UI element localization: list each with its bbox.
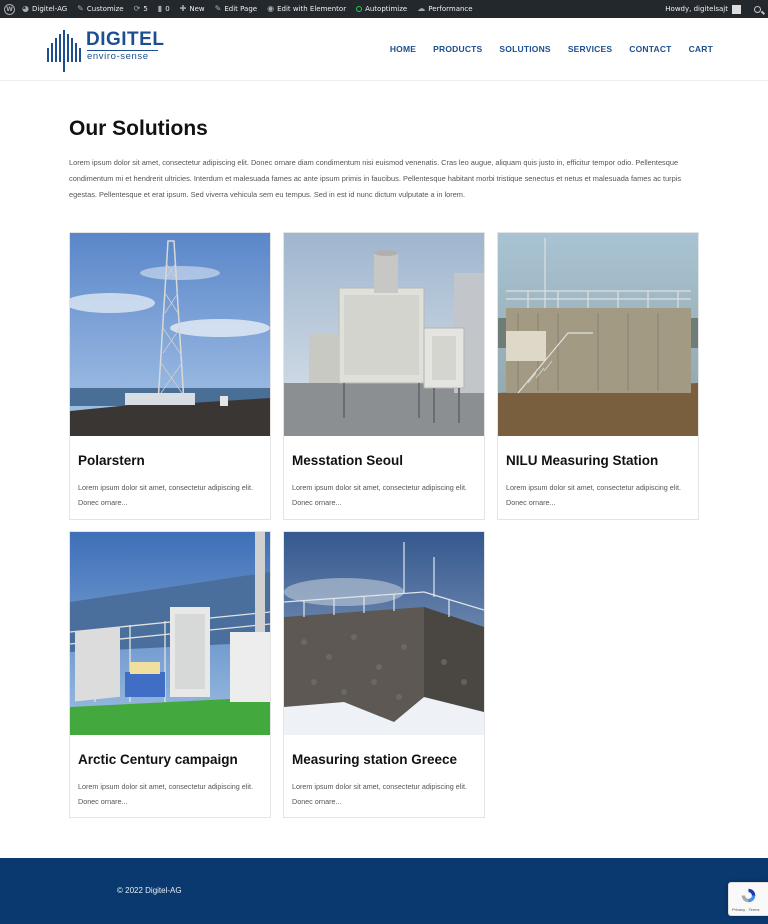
- admin-bar-edit-page[interactable]: ✎ Edit Page: [210, 0, 262, 18]
- nav-solutions[interactable]: SOLUTIONS: [499, 44, 550, 54]
- card-excerpt: Lorem ipsum dolor sit amet, consectetur …: [292, 782, 467, 806]
- nav-services[interactable]: SERVICES: [568, 44, 612, 54]
- admin-bar-performance[interactable]: ☁ Performance: [412, 0, 477, 18]
- plus-icon: ✚: [179, 4, 187, 13]
- page-title: Our Solutions: [69, 117, 208, 140]
- page-intro: Lorem ipsum dolor sit amet, consectetur …: [69, 158, 682, 200]
- nav-home[interactable]: HOME: [390, 44, 416, 54]
- site-logo[interactable]: DIGITEL enviro-sense: [46, 26, 164, 72]
- card-excerpt: Lorem ipsum dolor sit amet, consectetur …: [292, 483, 467, 507]
- card-excerpt: Lorem ipsum dolor sit amet, consectetur …: [506, 483, 681, 507]
- card-title[interactable]: Arctic Century campaign: [78, 752, 270, 767]
- recaptcha-badge[interactable]: Privacy - Terms: [728, 882, 768, 916]
- card-title[interactable]: Messtation Seoul: [292, 453, 484, 468]
- brush-icon: ✎: [77, 4, 84, 13]
- avatar: [732, 4, 741, 14]
- card-title[interactable]: Measuring station Greece: [292, 752, 484, 767]
- solution-card-nilu-measuring-station[interactable]: NILU Measuring Station Lorem ipsum dolor…: [497, 232, 699, 520]
- card-image[interactable]: [284, 532, 484, 735]
- comment-icon: ▮: [157, 4, 163, 13]
- cloud-icon: ☁: [417, 4, 426, 13]
- solution-card-messtation-seoul[interactable]: Messtation Seoul Lorem ipsum dolor sit a…: [283, 232, 485, 520]
- admin-bar-comments[interactable]: ▮ 0: [153, 0, 175, 18]
- site-header: DIGITEL enviro-sense HOME PRODUCTS SOLUT…: [0, 18, 768, 81]
- wordpress-logo-icon[interactable]: W: [4, 3, 15, 15]
- card-excerpt: Lorem ipsum dolor sit amet, consectetur …: [78, 782, 253, 806]
- copyright-text: © 2022 Digitel-AG: [117, 886, 182, 895]
- card-image[interactable]: [284, 233, 484, 436]
- admin-bar-elementor[interactable]: ◉ Edit with Elementor: [262, 0, 351, 18]
- admin-bar-updates[interactable]: ⟳ 5: [129, 0, 153, 18]
- card-title[interactable]: NILU Measuring Station: [506, 453, 698, 468]
- admin-bar-customize[interactable]: ✎ Customize: [72, 0, 128, 18]
- nav-cart[interactable]: CART: [689, 44, 713, 54]
- dashboard-icon: ◕: [22, 4, 29, 13]
- refresh-icon: ⟳: [133, 4, 141, 13]
- solution-card-arctic-century[interactable]: Arctic Century campaign Lorem ipsum dolo…: [69, 531, 271, 818]
- admin-bar-autoptimize[interactable]: Autoptimize: [351, 0, 412, 18]
- recaptcha-links[interactable]: Privacy - Terms: [732, 907, 759, 912]
- status-dot-icon: [356, 6, 363, 12]
- admin-bar-site[interactable]: ◕ Digitel-AG: [17, 0, 72, 18]
- elementor-icon: ◉: [267, 4, 275, 13]
- card-title[interactable]: Polarstern: [78, 453, 270, 468]
- pencil-icon: ✎: [214, 4, 222, 13]
- card-image[interactable]: [70, 233, 270, 436]
- solution-card-polarstern[interactable]: Polarstern Lorem ipsum dolor sit amet, c…: [69, 232, 271, 520]
- recaptcha-icon: [741, 888, 756, 903]
- admin-bar-account[interactable]: Howdy, digitelsajt: [660, 0, 746, 18]
- search-icon[interactable]: [754, 5, 761, 13]
- logo-mark-icon: [47, 30, 81, 72]
- card-image[interactable]: [498, 233, 698, 436]
- admin-bar: W ◕ Digitel-AG ✎ Customize ⟳ 5 ▮ 0 ✚ New…: [0, 0, 768, 18]
- card-excerpt: Lorem ipsum dolor sit amet, consectetur …: [78, 483, 253, 507]
- nav-contact[interactable]: CONTACT: [629, 44, 671, 54]
- admin-bar-new[interactable]: ✚ New: [175, 0, 210, 18]
- nav-products[interactable]: PRODUCTS: [433, 44, 482, 54]
- solution-card-measuring-station-greece[interactable]: Measuring station Greece Lorem ipsum dol…: [283, 531, 485, 818]
- card-image[interactable]: [70, 532, 270, 735]
- site-footer: © 2022 Digitel-AG: [0, 858, 768, 924]
- main-nav: HOME PRODUCTS SOLUTIONS SERVICES CONTACT…: [390, 44, 713, 54]
